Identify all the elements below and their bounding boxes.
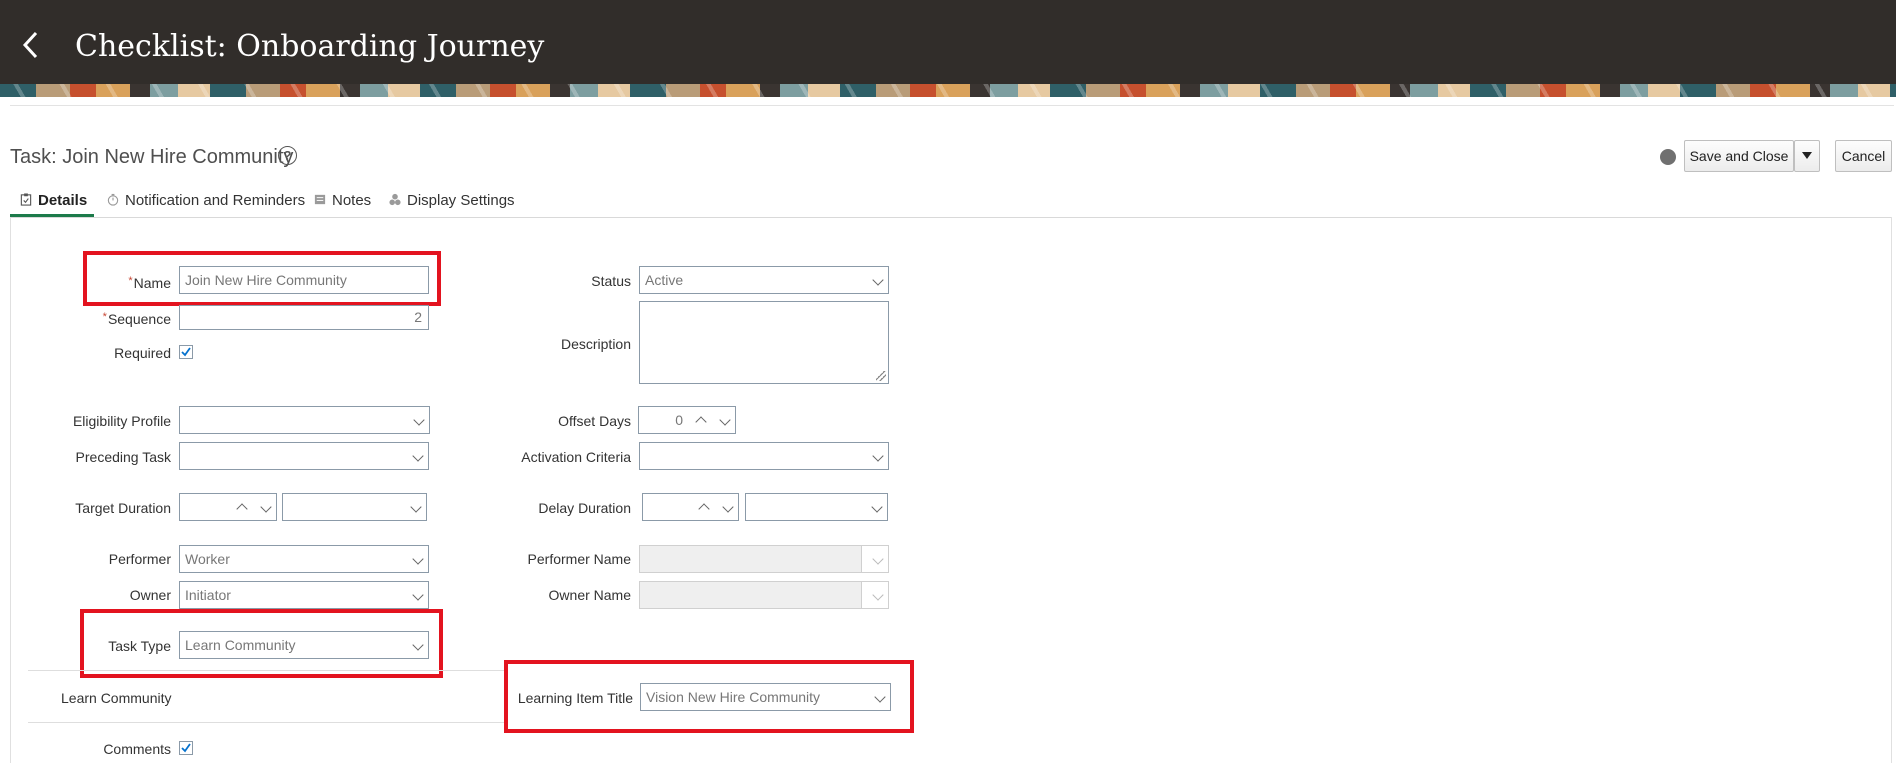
- section-heading: Learn Community: [61, 690, 172, 706]
- display-settings-icon: [389, 193, 401, 206]
- activation-criteria-label: Activation Criteria: [521, 449, 631, 465]
- status-select[interactable]: Active: [639, 266, 889, 294]
- tab-details[interactable]: Details: [20, 190, 87, 214]
- target-duration-label: Target Duration: [75, 500, 171, 516]
- learning-item-title-label: Learning Item Title: [517, 690, 633, 706]
- task-title: Task: Join New Hire Community: [10, 146, 294, 168]
- help-icon[interactable]: ?: [278, 146, 297, 165]
- divider: [10, 105, 1894, 106]
- section-divider: [28, 670, 506, 671]
- owner-select[interactable]: Initiator: [179, 581, 429, 609]
- name-label: *Name: [128, 275, 171, 291]
- preceding-task-select[interactable]: [179, 442, 429, 470]
- sequence-input[interactable]: 2: [179, 305, 429, 330]
- back-chevron-icon[interactable]: [16, 28, 46, 62]
- description-textarea[interactable]: [639, 301, 889, 384]
- page-title: Checklist: Onboarding Journey: [75, 29, 545, 64]
- save-and-close-button[interactable]: Save and Close: [1684, 140, 1794, 172]
- offset-days-number-input[interactable]: 0: [638, 406, 736, 434]
- owner-name-label: Owner Name: [548, 587, 631, 603]
- eligibility-profile-select[interactable]: [179, 406, 430, 434]
- learning-item-title-select[interactable]: Vision New Hire Community: [640, 683, 891, 711]
- decorative-banner: [0, 84, 1896, 97]
- clipboard-icon: [20, 193, 32, 206]
- save-options-dropdown-button[interactable]: [1794, 140, 1820, 172]
- task-type-select[interactable]: Learn Community: [179, 631, 429, 659]
- dropdown-arrow-icon: [1802, 152, 1812, 159]
- note-icon: [314, 194, 326, 205]
- tab-label: Notes: [332, 192, 372, 209]
- name-input[interactable]: Join New Hire Community: [179, 266, 429, 294]
- description-label: Description: [560, 336, 631, 352]
- task-type-label: Task Type: [108, 638, 171, 654]
- performer-select[interactable]: Worker: [179, 545, 429, 573]
- section-divider: [28, 722, 506, 723]
- comments-label: Comments: [103, 741, 171, 757]
- target-duration-number-input[interactable]: [179, 493, 277, 521]
- required-checkbox[interactable]: [179, 345, 193, 359]
- tab-label: Notification and Reminders: [125, 192, 306, 209]
- delay-duration-label: Delay Duration: [538, 500, 631, 516]
- performer-name-select: [639, 545, 889, 573]
- eligibility-profile-label: Eligibility Profile: [72, 413, 171, 429]
- owner-name-select: [639, 581, 889, 609]
- delay-duration-unit-select[interactable]: [745, 493, 888, 521]
- status-label: Status: [591, 273, 631, 289]
- globe-icon[interactable]: [1660, 149, 1676, 165]
- performer-label: Performer: [108, 551, 171, 567]
- sequence-label: *Sequence: [102, 311, 171, 327]
- preceding-task-label: Preceding Task: [75, 449, 171, 465]
- tab-display-settings[interactable]: Display Settings: [389, 190, 515, 214]
- offset-days-label: Offset Days: [558, 413, 631, 429]
- required-label: Required: [114, 345, 171, 361]
- tab-notes[interactable]: Notes: [314, 190, 371, 214]
- performer-name-label: Performer Name: [527, 551, 631, 567]
- comments-checkbox[interactable]: [179, 741, 193, 755]
- clock-icon: [107, 193, 119, 206]
- cancel-button[interactable]: Cancel: [1835, 140, 1892, 172]
- tab-notification-and-reminders[interactable]: Notification and Reminders: [107, 190, 305, 214]
- delay-duration-number-input[interactable]: [642, 493, 739, 521]
- owner-label: Owner: [129, 587, 171, 603]
- target-duration-unit-select[interactable]: [282, 493, 427, 521]
- tab-label: Details: [38, 192, 88, 209]
- activation-criteria-select[interactable]: [639, 442, 889, 470]
- tab-label: Display Settings: [407, 192, 515, 209]
